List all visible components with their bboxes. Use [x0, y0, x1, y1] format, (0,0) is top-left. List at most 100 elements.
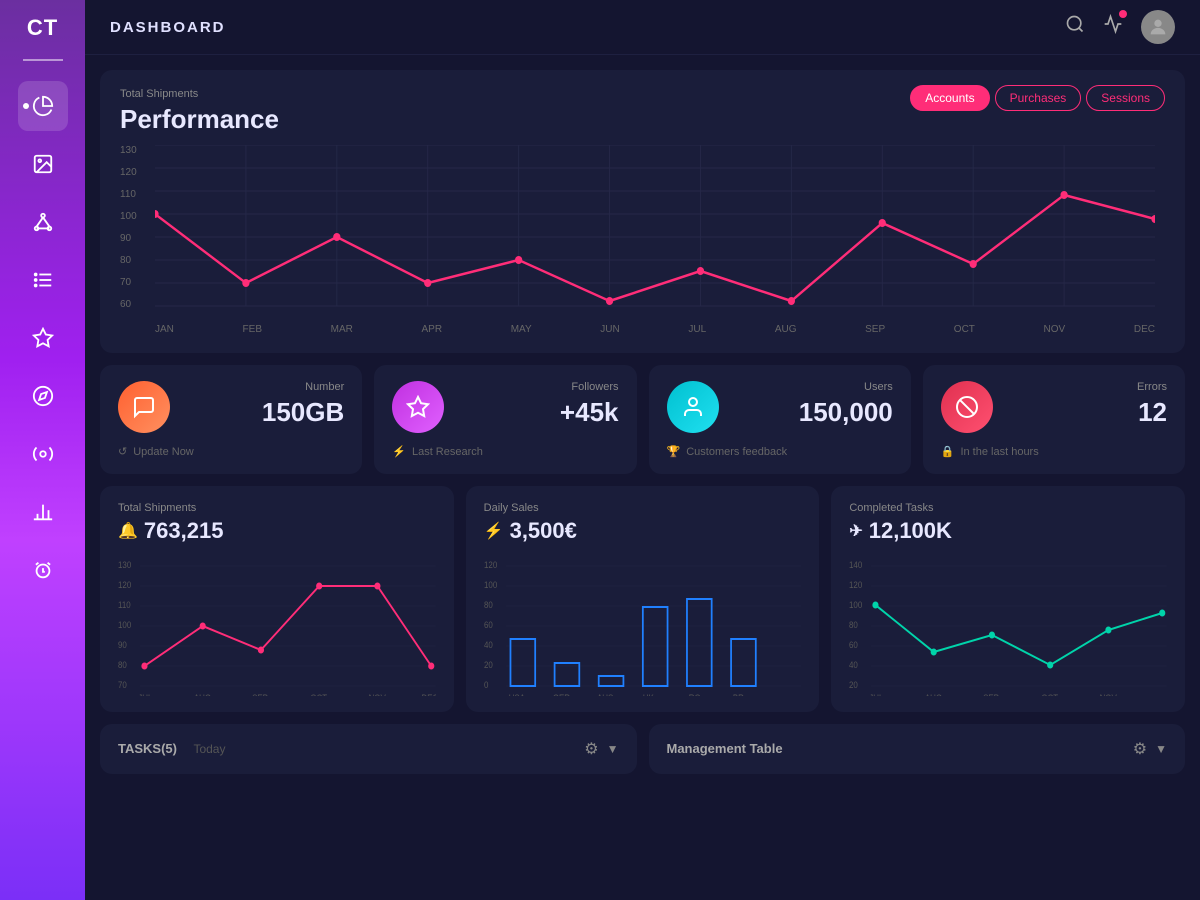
- svg-text:JUL: JUL: [870, 693, 884, 696]
- image-icon: [32, 153, 54, 175]
- pulse-icon[interactable]: [1103, 14, 1123, 40]
- followers-footer-text: Last Research: [412, 446, 483, 458]
- followers-value: +45k: [458, 397, 618, 428]
- svg-text:140: 140: [849, 560, 862, 571]
- metric-storage: Number 150GB ↺ Update Now: [100, 365, 362, 474]
- tasks-settings-icon[interactable]: ⚙: [584, 739, 598, 759]
- trophy-icon: 🏆: [667, 445, 681, 458]
- svg-text:100: 100: [849, 600, 862, 611]
- svg-text:130: 130: [118, 560, 131, 571]
- tasks-dropdown-icon[interactable]: ▼: [607, 742, 619, 756]
- tools-icon: [32, 443, 54, 465]
- svg-text:90: 90: [118, 640, 127, 651]
- research-icon: ⚡: [392, 445, 406, 458]
- metric-storage-header: Number 150GB: [118, 381, 344, 433]
- users-footer: 🏆 Customers feedback: [667, 445, 893, 458]
- sidebar-item-network[interactable]: [18, 197, 68, 247]
- svg-text:80: 80: [118, 660, 127, 671]
- bar-chart-icon: [32, 501, 54, 523]
- sidebar-divider: [23, 59, 63, 61]
- shipments-chart-card: Total Shipments 🔔 763,215 130 120 110 10…: [100, 486, 454, 712]
- management-dropdown-icon[interactable]: ▼: [1155, 742, 1167, 756]
- svg-text:110: 110: [118, 600, 131, 611]
- svg-text:NOV: NOV: [369, 693, 387, 696]
- tab-accounts[interactable]: Accounts: [910, 85, 989, 111]
- users-info: Users 150,000: [733, 381, 893, 428]
- sidebar-item-alarm[interactable]: [18, 545, 68, 595]
- svg-text:60: 60: [849, 640, 858, 651]
- metric-errors: Errors 12 🔒 In the last hours: [923, 365, 1185, 474]
- svg-text:20: 20: [484, 660, 493, 671]
- sales-chart-title: Daily Sales: [484, 502, 802, 514]
- sidebar-item-tools[interactable]: [18, 429, 68, 479]
- sales-chart-card: Daily Sales ⚡ 3,500€ 120 100 80 60 40 20…: [466, 486, 820, 712]
- performance-card: Total Shipments Performance Accounts Pur…: [100, 70, 1185, 353]
- svg-text:AUG: AUG: [925, 693, 942, 696]
- sidebar-item-barchart[interactable]: [18, 487, 68, 537]
- svg-text:80: 80: [484, 600, 493, 611]
- svg-text:120: 120: [484, 560, 497, 571]
- users-label: Users: [733, 381, 893, 393]
- svg-text:40: 40: [849, 660, 858, 671]
- chart-svg-area: [155, 145, 1155, 310]
- sidebar-logo: CT: [27, 15, 58, 41]
- svg-text:120: 120: [118, 580, 131, 591]
- footer-row: TASKS(5) Today ⚙ ▼ Management Table ⚙ ▼: [100, 724, 1185, 774]
- svg-text:40: 40: [484, 640, 493, 651]
- sidebar-item-compass[interactable]: [18, 371, 68, 421]
- star-icon: [32, 327, 54, 349]
- sidebar-item-image[interactable]: [18, 139, 68, 189]
- svg-text:OCT: OCT: [310, 693, 327, 696]
- svg-text:JUL: JUL: [138, 693, 152, 696]
- svg-text:AUS: AUS: [597, 693, 614, 696]
- management-settings-icon[interactable]: ⚙: [1133, 739, 1147, 759]
- svg-text:USA: USA: [508, 693, 525, 696]
- bottom-charts: Total Shipments 🔔 763,215 130 120 110 10…: [100, 486, 1185, 712]
- tasks-mini-chart: 140 120 100 80 60 40 20: [849, 556, 1167, 696]
- svg-text:RO: RO: [688, 693, 700, 696]
- shipments-chart-value: 🔔 763,215: [118, 518, 436, 544]
- storage-info: Number 150GB: [184, 381, 344, 428]
- sidebar-item-star[interactable]: [18, 313, 68, 363]
- svg-text:NOV: NOV: [1100, 693, 1118, 696]
- users-icon: [667, 381, 719, 433]
- svg-text:SEP: SEP: [252, 693, 268, 696]
- svg-text:20: 20: [849, 680, 858, 691]
- list-icon: [32, 269, 54, 291]
- tasks-chart-value: ✈ 12,100K: [849, 518, 1167, 544]
- storage-icon: [118, 381, 170, 433]
- tasks-chart-title: Completed Tasks: [849, 502, 1167, 514]
- avatar[interactable]: [1141, 10, 1175, 44]
- shipments-mini-chart: 130 120 110 100 90 80 70: [118, 556, 436, 696]
- performance-tabs: Accounts Purchases Sessions: [910, 85, 1165, 111]
- followers-footer: ⚡ Last Research: [392, 445, 618, 458]
- sidebar-item-chart[interactable]: [18, 81, 68, 131]
- alarm-icon: [32, 559, 54, 581]
- main-content: DASHBOARD Total Shipments: [85, 0, 1200, 900]
- header-title: DASHBOARD: [110, 19, 1065, 36]
- header-icons: [1065, 10, 1175, 44]
- header: DASHBOARD: [85, 0, 1200, 55]
- svg-text:AUG: AUG: [194, 693, 211, 696]
- metric-followers: Followers +45k ⚡ Last Research: [374, 365, 636, 474]
- sidebar-item-list[interactable]: [18, 255, 68, 305]
- svg-text:120: 120: [849, 580, 862, 591]
- svg-text:100: 100: [118, 620, 131, 631]
- metric-errors-header: Errors 12: [941, 381, 1167, 433]
- users-footer-text: Customers feedback: [686, 446, 787, 458]
- errors-footer: 🔒 In the last hours: [941, 445, 1167, 458]
- svg-text:UK: UK: [642, 693, 653, 696]
- svg-text:OCT: OCT: [1042, 693, 1059, 696]
- tab-purchases[interactable]: Purchases: [995, 85, 1082, 111]
- tab-sessions[interactable]: Sessions: [1086, 85, 1165, 111]
- followers-info: Followers +45k: [458, 381, 618, 428]
- management-footer-icons: ⚙ ▼: [1133, 739, 1167, 759]
- svg-text:100: 100: [484, 580, 497, 591]
- followers-icon: [392, 381, 444, 433]
- errors-icon: [941, 381, 993, 433]
- errors-info: Errors 12: [1007, 381, 1167, 428]
- y-axis-labels: 130 120 110 100 90 80 70 60: [120, 145, 150, 310]
- tasks-footer-card: TASKS(5) Today ⚙ ▼: [100, 724, 637, 774]
- chart-pie-icon: [32, 95, 54, 117]
- search-icon[interactable]: [1065, 14, 1085, 40]
